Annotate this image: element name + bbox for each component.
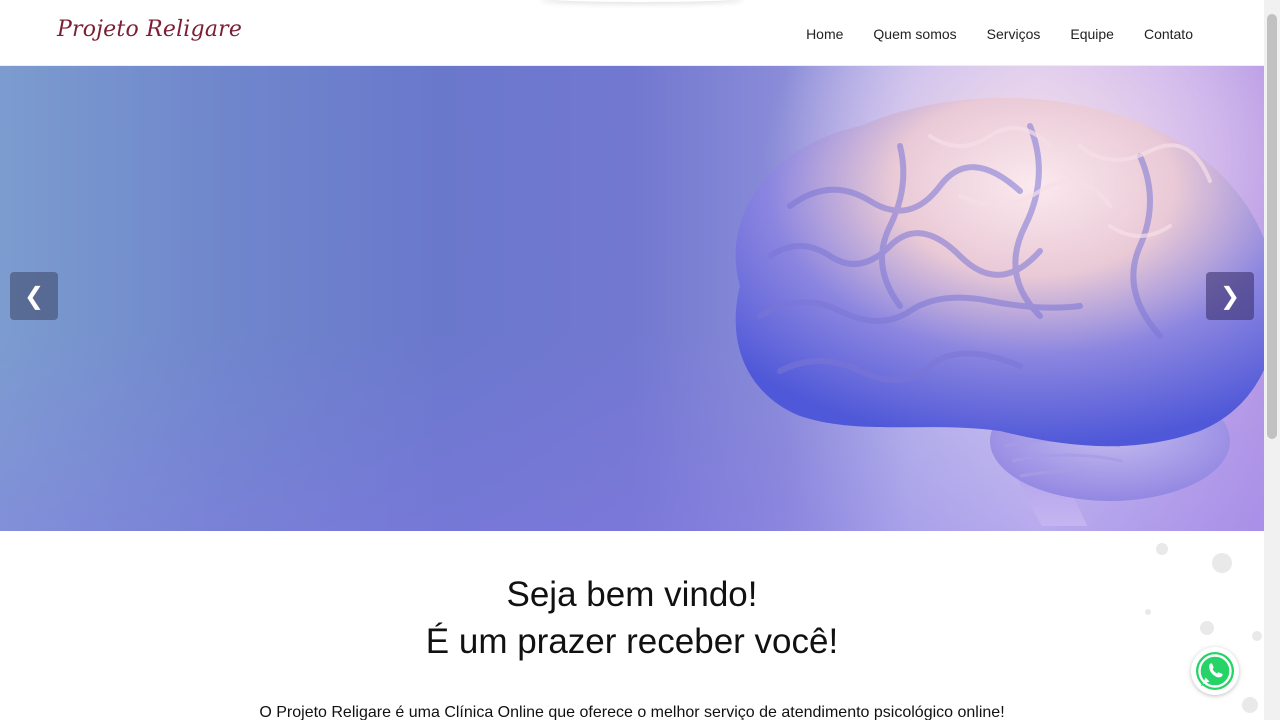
hero-carousel: ❮ ❯ [0,66,1264,531]
brain-illustration [735,97,1264,526]
whatsapp-button[interactable] [1191,647,1239,695]
nav-item-equipe: Equipe [1070,25,1114,44]
nav-item-servicos: Serviços [987,25,1041,44]
nav-link-home[interactable]: Home [806,26,843,42]
chevron-right-icon: ❯ [1219,282,1241,310]
main-nav: Home Quem somos Serviços Equipe Contato [806,25,1193,44]
decorative-dot [1212,553,1232,573]
scrollbar-thumb[interactable] [1267,14,1277,439]
page: Projeto Religare Home Quem somos Serviço… [0,0,1280,720]
whatsapp-icon [1196,652,1234,690]
chevron-left-icon: ❮ [23,282,45,310]
navbar-shadow [540,0,744,2]
page-scrollbar[interactable] [1264,0,1280,720]
nav-link-servicos[interactable]: Serviços [987,26,1041,42]
nav-item-home: Home [806,25,843,44]
welcome-title-line-2: É um prazer receber você! [425,622,839,661]
nav-link-quem-somos[interactable]: Quem somos [873,26,956,42]
nav-link-equipe[interactable]: Equipe [1070,26,1114,42]
welcome-section: Seja bem vindo! É um prazer receber você… [0,531,1264,720]
carousel-prev-button[interactable]: ❮ [10,272,58,320]
top-navbar: Projeto Religare Home Quem somos Serviço… [0,0,1264,66]
carousel-next-button[interactable]: ❯ [1206,272,1254,320]
welcome-title-line-1: Seja bem vindo! [506,575,758,614]
welcome-intro: O Projeto Religare é uma Clínica Online … [259,704,1005,720]
nav-link-contato[interactable]: Contato [1144,26,1193,42]
welcome-title: Seja bem vindo! É um prazer receber você… [0,571,1264,665]
site-logo[interactable]: Projeto Religare [57,17,242,42]
decorative-dot [1156,543,1168,555]
nav-item-quem-somos: Quem somos [873,25,956,44]
nav-item-contato: Contato [1144,25,1193,44]
